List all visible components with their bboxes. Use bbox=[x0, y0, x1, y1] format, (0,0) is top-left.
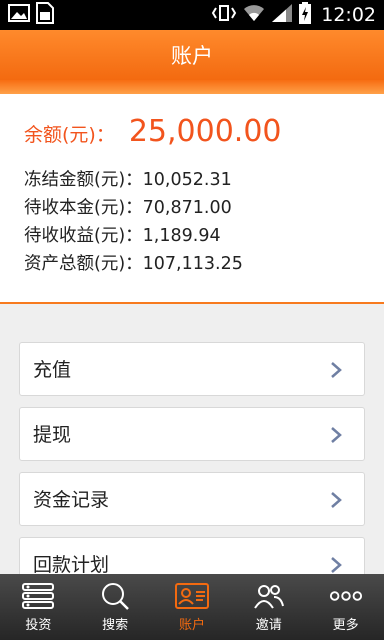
more-dots-icon bbox=[329, 581, 363, 611]
detail-value: 107,113.25 bbox=[142, 254, 243, 274]
nav-label: 邀请 bbox=[255, 618, 282, 633]
menu-item-label: 提现 bbox=[33, 424, 72, 446]
nav-item-search[interactable]: 搜索 bbox=[77, 574, 153, 640]
list-icon bbox=[21, 581, 55, 611]
detail-label: 冻结金额(元)： bbox=[24, 170, 143, 190]
chevron-right-icon bbox=[331, 492, 342, 508]
account-summary: 余额(元)： 25,000.00 冻结金额(元)：10,052.31 待收本金(… bbox=[0, 94, 384, 304]
status-time: 12:02 bbox=[321, 4, 376, 26]
detail-row-principal: 待收本金(元)：70,871.00 bbox=[24, 194, 243, 222]
account-card-icon bbox=[174, 581, 209, 611]
header-strip bbox=[0, 80, 384, 95]
app-header: 账户 bbox=[0, 30, 384, 80]
chevron-right-icon bbox=[331, 557, 342, 573]
status-bar: 12:02 bbox=[0, 0, 384, 30]
detail-value: 70,871.00 bbox=[142, 198, 232, 218]
detail-row-earnings: 待收收益(元)：1,189.94 bbox=[24, 222, 243, 250]
search-icon bbox=[98, 581, 132, 611]
menu-item-withdraw[interactable]: 提现 bbox=[19, 407, 365, 461]
page-title: 账户 bbox=[171, 44, 213, 68]
detail-row-total: 资产总额(元)：107,113.25 bbox=[24, 250, 243, 278]
menu-item-fund-records[interactable]: 资金记录 bbox=[19, 472, 365, 526]
nav-item-more[interactable]: 更多 bbox=[308, 574, 384, 640]
nav-item-invite[interactable]: 邀请 bbox=[231, 574, 307, 640]
balance-value: 25,000.00 bbox=[128, 114, 282, 149]
detail-label: 待收本金(元)： bbox=[24, 198, 143, 218]
balance-row: 余额(元)： 25,000.00 bbox=[24, 114, 282, 149]
detail-value: 10,052.31 bbox=[142, 170, 232, 190]
signal-icon bbox=[271, 3, 293, 27]
menu-item-label: 资金记录 bbox=[33, 489, 110, 511]
wifi-icon bbox=[243, 4, 265, 26]
nav-label: 账户 bbox=[178, 618, 205, 633]
chevron-right-icon bbox=[331, 427, 342, 443]
invite-users-icon bbox=[252, 581, 286, 611]
menu-item-recharge[interactable]: 充值 bbox=[19, 342, 365, 396]
image-icon bbox=[8, 4, 30, 26]
nav-item-invest[interactable]: 投资 bbox=[0, 574, 76, 640]
detail-row-frozen: 冻结金额(元)：10,052.31 bbox=[24, 166, 243, 194]
nav-label: 搜索 bbox=[102, 618, 129, 633]
vibrate-icon bbox=[211, 4, 237, 26]
detail-label: 待收收益(元)： bbox=[24, 226, 143, 246]
detail-label: 资产总额(元)： bbox=[24, 254, 143, 274]
bottom-nav: 投资 搜索 账户 邀请 更多 bbox=[0, 574, 384, 640]
nav-item-account[interactable]: 账户 bbox=[154, 574, 230, 640]
sim-icon bbox=[36, 2, 54, 28]
status-left bbox=[8, 2, 54, 28]
nav-label: 投资 bbox=[25, 618, 52, 633]
menu-item-label: 充值 bbox=[33, 359, 72, 381]
nav-label: 更多 bbox=[332, 618, 359, 633]
balance-label: 余额(元)： bbox=[24, 124, 115, 146]
status-right: 12:02 bbox=[211, 2, 376, 28]
detail-value: 1,189.94 bbox=[142, 226, 221, 246]
detail-list: 冻结金额(元)：10,052.31 待收本金(元)：70,871.00 待收收益… bbox=[24, 166, 243, 278]
menu-list: 充值 提现 资金记录 回款计划 bbox=[19, 342, 365, 602]
chevron-right-icon bbox=[331, 362, 342, 378]
battery-charging-icon bbox=[299, 2, 312, 28]
